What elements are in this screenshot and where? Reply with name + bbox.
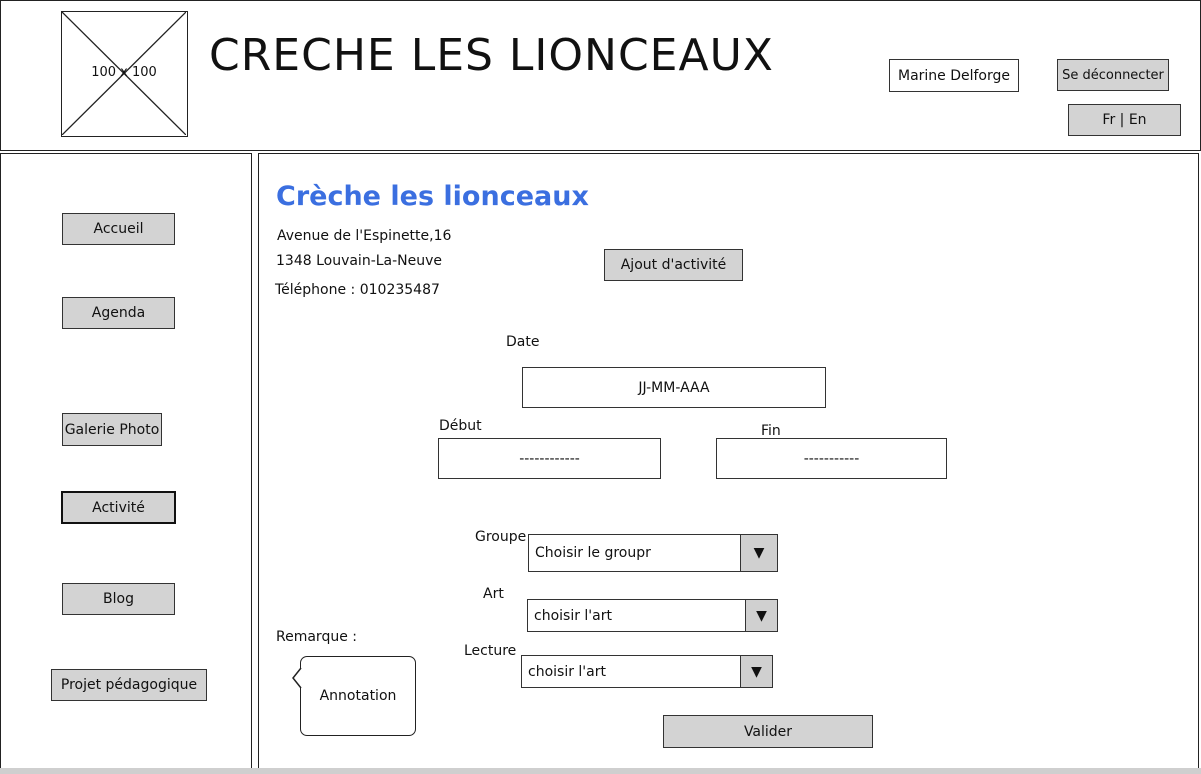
chevron-down-icon[interactable]: ▼ bbox=[740, 535, 777, 571]
reading-select[interactable]: choisir l'art ▼ bbox=[521, 655, 773, 688]
sidebar-item-blog[interactable]: Blog bbox=[62, 583, 175, 615]
date-input[interactable]: JJ-MM-AAA bbox=[522, 367, 826, 408]
user-name[interactable]: Marine Delforge bbox=[889, 59, 1019, 92]
phone-number: Téléphone : 010235487 bbox=[275, 282, 440, 298]
annotation-text: Annotation bbox=[319, 688, 397, 704]
logout-button[interactable]: Se déconnecter bbox=[1057, 59, 1169, 91]
logo-placeholder: 100 x 100 bbox=[61, 11, 188, 137]
start-time-input[interactable]: ------------ bbox=[438, 438, 661, 479]
end-time-input[interactable]: ----------- bbox=[716, 438, 947, 479]
add-activity-button[interactable]: Ajout d'activité bbox=[604, 249, 743, 281]
sidebar-item-galerie-photo[interactable]: Galerie Photo bbox=[62, 413, 162, 446]
site-title: CRECHE LES LIONCEAUX bbox=[209, 30, 774, 81]
chevron-down-icon[interactable]: ▼ bbox=[740, 656, 772, 687]
annotation-box[interactable]: Annotation bbox=[292, 656, 416, 736]
sidebar-item-projet-pedagogique[interactable]: Projet pédagogique bbox=[51, 669, 207, 701]
submit-button[interactable]: Valider bbox=[663, 715, 873, 748]
group-select-value: Choisir le groupr bbox=[535, 545, 651, 561]
page-title: Crèche les lionceaux bbox=[276, 181, 589, 212]
group-label: Groupe bbox=[475, 529, 527, 545]
reading-select-value: choisir l'art bbox=[528, 663, 606, 680]
remark-label: Remarque : bbox=[276, 629, 357, 645]
start-label: Début bbox=[439, 418, 482, 434]
end-label: Fin bbox=[761, 423, 781, 439]
date-label: Date bbox=[506, 334, 540, 350]
speech-pointer-icon bbox=[292, 667, 302, 689]
art-label: Art bbox=[483, 586, 504, 602]
group-select[interactable]: Choisir le groupr ▼ bbox=[528, 534, 778, 572]
language-switch-button[interactable]: Fr | En bbox=[1068, 104, 1181, 136]
address-line-1: Avenue de l'Espinette,16 bbox=[277, 228, 452, 244]
art-select[interactable]: choisir l'art ▼ bbox=[527, 599, 778, 632]
sidebar-item-accueil[interactable]: Accueil bbox=[62, 213, 175, 245]
sidebar-item-activite[interactable]: Activité bbox=[61, 491, 176, 524]
address-line-2: 1348 Louvain-La-Neuve bbox=[276, 253, 443, 269]
bottom-border bbox=[0, 768, 1201, 774]
art-select-value: choisir l'art bbox=[534, 607, 612, 624]
sidebar-item-agenda[interactable]: Agenda bbox=[62, 297, 175, 329]
reading-label: Lecture bbox=[464, 643, 517, 659]
chevron-down-icon[interactable]: ▼ bbox=[745, 600, 777, 631]
logo-size-label: 100 x 100 bbox=[91, 65, 157, 80]
